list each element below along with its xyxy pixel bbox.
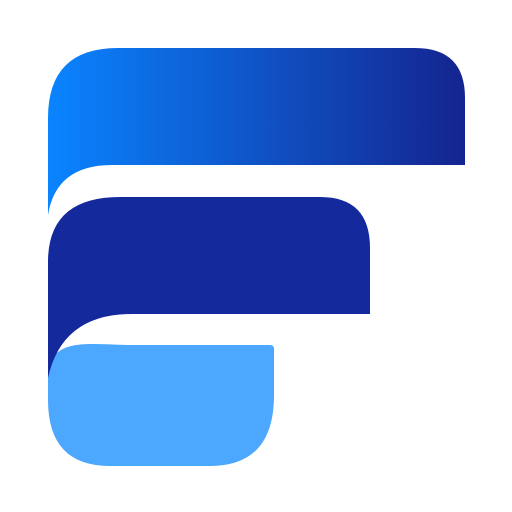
app-icon-canvas bbox=[0, 0, 512, 512]
logo-bottom-bar bbox=[48, 343, 274, 466]
letter-f-logo-icon bbox=[48, 48, 465, 466]
logo-top-bar bbox=[48, 48, 465, 215]
